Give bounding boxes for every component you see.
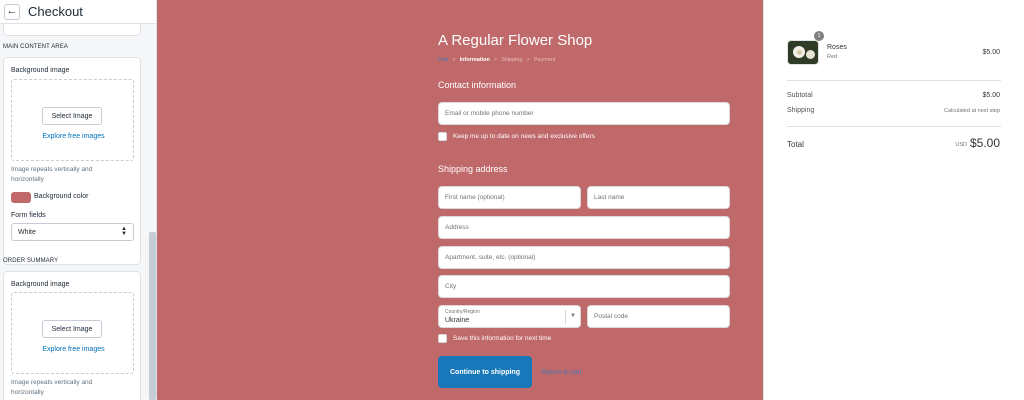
product-thumbnail: [787, 40, 819, 65]
arrow-left-icon: ←: [6, 5, 18, 17]
newsletter-label: Keep me up to date on news and exclusive…: [453, 133, 595, 140]
background-image-dropzone: Select Image Explore free images: [11, 292, 134, 374]
breadcrumb-cart[interactable]: Cart: [438, 57, 448, 63]
background-image-label: Background image: [11, 67, 70, 74]
background-color-label: Background color: [34, 193, 89, 200]
back-button[interactable]: ←: [4, 3, 20, 20]
save-info-checkbox[interactable]: [438, 334, 447, 343]
save-info-row: Save this information for next time: [438, 334, 551, 343]
form-fields-label: Form fields: [11, 212, 46, 219]
product-price: $5.00: [982, 49, 1000, 56]
sidebar-scroll-area: MAIN CONTENT AREA Background image Selec…: [0, 24, 148, 400]
continue-to-shipping-button[interactable]: Continue to shipping: [438, 356, 532, 388]
image-repeat-hint: Image repeats vertically and horizontall…: [11, 166, 93, 183]
theme-editor-sidebar: ← Checkout MAIN CONTENT AREA Background …: [0, 0, 157, 400]
shop-name[interactable]: A Regular Flower Shop: [438, 32, 592, 49]
background-image-label: Background image: [11, 281, 70, 288]
shipping-label: Shipping: [787, 107, 815, 114]
sidebar-header: ← Checkout: [0, 0, 156, 24]
explore-free-images-link[interactable]: Explore free images: [12, 346, 135, 353]
country-value: Ukraine: [445, 317, 470, 324]
section-heading-order-summary: ORDER SUMMARY: [3, 258, 59, 264]
checkout-preview-main: A Regular Flower Shop Cart > Information…: [157, 0, 763, 400]
shipping-address-title: Shipping address: [438, 164, 508, 174]
country-select[interactable]: Country/Region Ukraine ▼: [438, 305, 581, 328]
select-image-button[interactable]: Select Image: [42, 107, 102, 125]
country-label: Country/Region: [445, 309, 480, 315]
previous-section-card: [3, 24, 141, 36]
quantity-badge: 1: [814, 31, 824, 41]
breadcrumb: Cart > Information > Shipping > Payment: [438, 57, 555, 63]
section-heading-main-content: MAIN CONTENT AREA: [3, 44, 68, 50]
select-image-button[interactable]: Select Image: [42, 320, 102, 338]
save-info-label: Save this information for next time: [453, 335, 552, 342]
newsletter-row: Keep me up to date on news and exclusive…: [438, 132, 595, 141]
total-value: $5.00: [969, 136, 1000, 150]
product-variant: Red: [827, 54, 838, 60]
return-to-cart-link[interactable]: Return to cart: [542, 369, 581, 376]
main-content-card: Background image Select Image Explore fr…: [3, 57, 141, 265]
address-field[interactable]: Address: [438, 216, 730, 239]
form-fields-select[interactable]: White ▲ ▼: [11, 223, 134, 241]
breadcrumb-separator: >: [493, 57, 498, 63]
first-name-field[interactable]: First name (optional): [438, 186, 581, 209]
total-currency: USD: [955, 142, 967, 148]
summary-divider: [787, 80, 1001, 81]
explore-free-images-link[interactable]: Explore free images: [12, 133, 135, 140]
city-field[interactable]: City: [438, 275, 730, 298]
sidebar-scrollbar-thumb[interactable]: [149, 232, 156, 400]
chevron-down-icon: ▼: [570, 313, 576, 319]
summary-divider: [787, 126, 1001, 127]
subtotal-label: Subtotal: [787, 92, 813, 99]
contact-information-title: Contact information: [438, 80, 517, 90]
chevron-updown-icon: ▲ ▼: [121, 226, 127, 237]
sidebar-title: Checkout: [28, 4, 83, 19]
postal-code-field[interactable]: Postal code: [587, 305, 730, 328]
total-label: Total: [787, 140, 804, 149]
breadcrumb-separator: >: [526, 57, 530, 63]
last-name-field[interactable]: Last name: [587, 186, 730, 209]
image-repeat-hint: Image repeats vertically and horizontall…: [11, 379, 93, 396]
product-name: Roses: [827, 44, 847, 51]
apartment-field[interactable]: Apartment, suite, etc. (optional): [438, 246, 730, 269]
form-fields-value: White: [18, 228, 36, 236]
breadcrumb-separator: >: [452, 57, 456, 63]
newsletter-checkbox[interactable]: [438, 132, 447, 141]
breadcrumb-payment: Payment: [533, 57, 556, 63]
shipping-value: Calculated at next step: [944, 108, 1000, 114]
order-summary-card: Background image Select Image Explore fr…: [3, 271, 141, 400]
breadcrumb-shipping: Shipping: [501, 57, 523, 63]
background-image-dropzone: Select Image Explore free images: [11, 79, 134, 161]
subtotal-value: $5.00: [982, 92, 1000, 99]
breadcrumb-information: Information: [459, 57, 490, 63]
background-color-swatch[interactable]: [11, 192, 31, 203]
select-divider: [565, 310, 566, 324]
order-summary-panel: 1 Roses Red $5.00 Subtotal $5.00 Shippin…: [763, 0, 1024, 400]
email-field[interactable]: Email or mobile phone number: [438, 102, 730, 125]
